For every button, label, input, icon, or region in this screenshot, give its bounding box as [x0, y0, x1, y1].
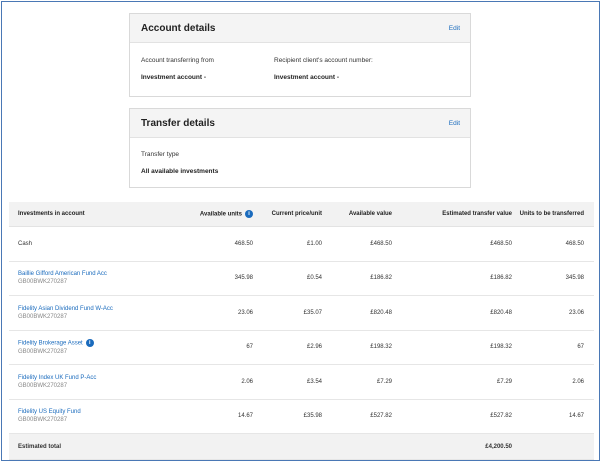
fund-name-link[interactable]: Baillie Gifford American Fund Acc	[18, 271, 107, 277]
info-icon[interactable]: i	[85, 339, 94, 348]
table-row: Cash 468.50 £1.00 £468.50 £468.50 468.50	[9, 226, 594, 262]
from-account-value: Investment account -	[141, 74, 207, 81]
units-transferred-cell: 14.67	[512, 399, 594, 434]
units-transferred-cell: 23.06	[512, 295, 594, 331]
estimated-transfer-value-cell: £468.50	[392, 226, 512, 262]
account-details-edit-link[interactable]: Edit	[449, 25, 460, 32]
investment-cell: Fidelity US Equity Fund GB00BWK270287	[9, 399, 159, 434]
investment-cell: Fidelity Index UK Fund P-Acc GB00BWK27028…	[9, 364, 159, 400]
price-cell: £3.54	[253, 364, 322, 400]
transfer-details-card: Transfer details Edit Transfer type All …	[129, 108, 471, 188]
total-value: £4,200.50	[392, 433, 512, 460]
fund-code: GB00BWK270287	[18, 417, 68, 424]
col-header-investments: Investments in account	[9, 202, 159, 227]
col-header-available-units: Available units i	[159, 202, 253, 227]
fund-name-link[interactable]: Fidelity Brokerage Asset	[18, 341, 83, 347]
transfer-type-value: All available investments	[141, 168, 219, 175]
units-transferred-cell: 67	[512, 330, 594, 365]
units-transferred-cell: 468.50	[512, 226, 594, 262]
available-units-cell: 14.67	[159, 399, 253, 434]
total-row: Estimated total £4,200.50	[9, 433, 594, 460]
estimated-transfer-value-cell: £7.29	[392, 364, 512, 400]
estimated-transfer-value-cell: £527.82	[392, 399, 512, 434]
available-value-cell: £198.32	[322, 330, 392, 365]
table-row: Fidelity US Equity Fund GB00BWK270287 14.6…	[9, 399, 594, 434]
table-row: Baillie Gifford American Fund Acc GB00BWK…	[9, 261, 594, 296]
price-cell: £0.54	[253, 261, 322, 296]
table-header-row: Investments in account Available units i …	[9, 202, 594, 227]
account-details-card: Account details Edit Account transferrin…	[129, 13, 471, 97]
fund-name-link[interactable]: Fidelity US Equity Fund	[18, 409, 81, 415]
investment-cell: Fidelity Brokerage Asset i GB00BWK270287	[9, 330, 159, 365]
available-units-cell: 23.06	[159, 295, 253, 331]
available-units-cell: 2.06	[159, 364, 253, 400]
from-account-label: Account transferring from	[141, 57, 214, 64]
available-units-cell: 468.50	[159, 226, 253, 262]
table-row: Fidelity Asian Dividend Fund W-Acc GB00BW…	[9, 295, 594, 331]
total-spacer	[322, 433, 392, 460]
cash-label: Cash	[18, 240, 33, 247]
estimated-transfer-value-cell: £186.82	[392, 261, 512, 296]
price-cell: £1.00	[253, 226, 322, 262]
account-details-title: Account details	[141, 22, 216, 34]
info-icon[interactable]: i	[245, 210, 253, 218]
fund-name-link[interactable]: Fidelity Asian Dividend Fund W-Acc	[18, 306, 113, 312]
col-header-price: Current price/unit	[253, 202, 322, 227]
fund-code: GB00BWK270287	[18, 313, 68, 320]
units-transferred-cell: 345.98	[512, 261, 594, 296]
col-header-estimated-transfer-value: Estimated transfer value	[392, 202, 512, 227]
investment-cell: Cash	[9, 226, 159, 262]
fund-code: GB00BWK270287	[18, 279, 68, 286]
total-spacer	[512, 433, 594, 460]
fund-name-link[interactable]: Fidelity Index UK Fund P-Acc	[18, 375, 96, 381]
transfer-details-title: Transfer details	[141, 117, 215, 129]
available-value-cell: £468.50	[322, 226, 392, 262]
available-value-cell: £820.48	[322, 295, 392, 331]
fund-code: GB00BWK270287	[18, 349, 68, 356]
transfer-details-edit-link[interactable]: Edit	[449, 120, 460, 127]
transfer-type-label: Transfer type	[141, 151, 180, 158]
investment-cell: Fidelity Asian Dividend Fund W-Acc GB00BW…	[9, 295, 159, 331]
available-value-cell: £527.82	[322, 399, 392, 434]
available-value-cell: £7.29	[322, 364, 392, 400]
available-value-cell: £186.82	[322, 261, 392, 296]
available-units-cell: 345.98	[159, 261, 253, 296]
units-transferred-cell: 2.06	[512, 364, 594, 400]
table-row: Fidelity Brokerage Asset i GB00BWK270287 67…	[9, 330, 594, 365]
col-header-available-value: Available value	[322, 202, 392, 227]
total-spacer	[253, 433, 322, 460]
investments-table-body: Cash 468.50 £1.00 £468.50 £468.50 468.50 Baill…	[9, 226, 594, 460]
estimated-transfer-value-cell: £198.32	[392, 330, 512, 365]
recipient-account-value: Investment account -	[274, 74, 340, 81]
transfer-details-header: Transfer details Edit	[130, 109, 470, 138]
price-cell: £35.98	[253, 399, 322, 434]
investments-table: Investments in account Available units i …	[9, 202, 594, 460]
total-label: Estimated total	[9, 433, 159, 460]
recipient-account-label: Recipient client's account number:	[274, 57, 373, 64]
account-details-header: Account details Edit	[130, 14, 470, 43]
col-header-units-transferred: Units to be transferred	[512, 202, 594, 227]
available-units-cell: 67	[159, 330, 253, 365]
fund-code: GB00BWK270287	[18, 382, 68, 389]
price-cell: £35.07	[253, 295, 322, 331]
table-row: Fidelity Index UK Fund P-Acc GB00BWK27028…	[9, 364, 594, 400]
price-cell: £2.96	[253, 330, 322, 365]
total-spacer	[159, 433, 253, 460]
available-units-header-label: Available units	[199, 211, 242, 218]
investment-cell: Baillie Gifford American Fund Acc GB00BWK…	[9, 261, 159, 296]
estimated-transfer-value-cell: £820.48	[392, 295, 512, 331]
